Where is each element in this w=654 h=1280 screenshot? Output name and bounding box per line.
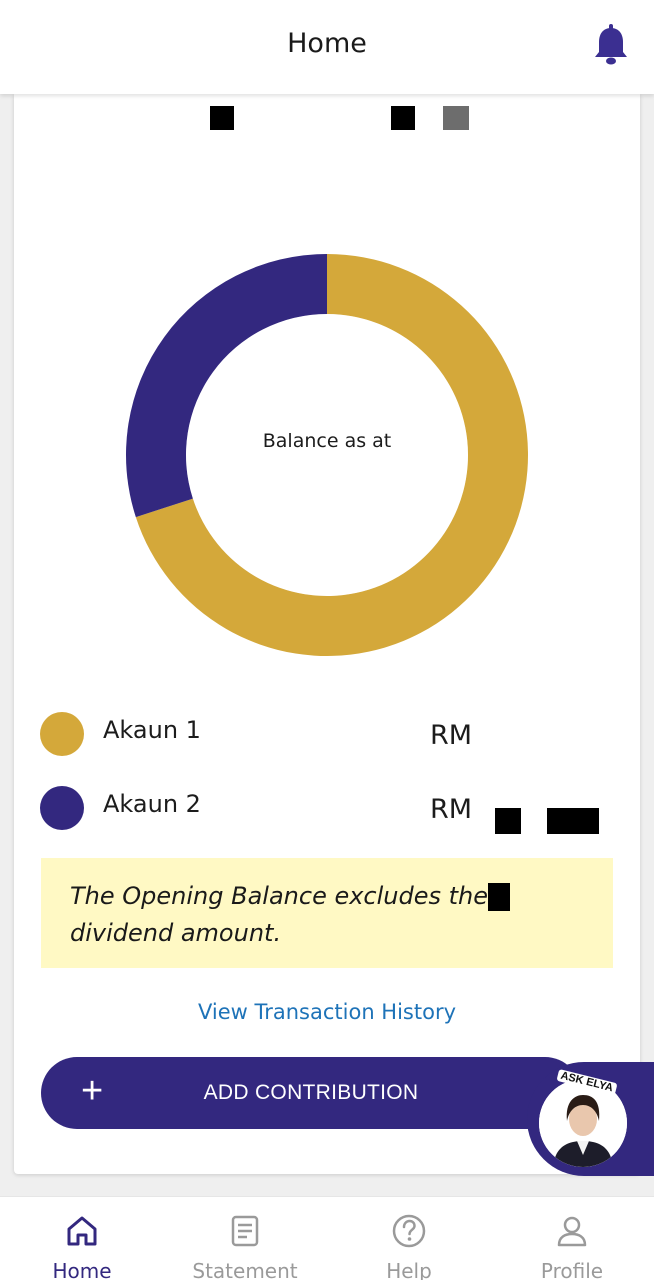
nav-label: Home <box>52 1259 112 1280</box>
redacted-text <box>488 883 511 911</box>
nav-item-statement[interactable]: Statement <box>185 1197 305 1280</box>
nav-label: Statement <box>192 1259 298 1280</box>
redacted-text <box>443 106 469 130</box>
notice-line-2: dividend amount. <box>70 919 282 947</box>
account-row-akaun-2: Akaun 2 RM <box>40 782 630 830</box>
legend-dot <box>40 786 84 830</box>
view-transaction-history-link[interactable]: View Transaction History <box>14 1000 640 1024</box>
nav-item-profile[interactable]: Profile <box>512 1197 632 1280</box>
legend-dot <box>40 712 84 756</box>
page-title: Home <box>287 28 367 59</box>
user-icon <box>557 1216 587 1247</box>
opening-balance-notice: The Opening Balance excludes the dividen… <box>41 858 613 968</box>
donut-hole <box>199 327 455 583</box>
top-bar: Home <box>0 0 654 94</box>
redacted-text <box>210 106 234 130</box>
chart-center-label: Balance as at <box>262 430 392 452</box>
nav-label: Profile <box>540 1259 604 1280</box>
notice-line-1: The Opening Balance excludes the <box>70 878 585 915</box>
account-label: Akaun 1 <box>103 716 201 744</box>
balance-donut-chart <box>125 254 528 656</box>
nav-item-home[interactable]: Home <box>22 1197 142 1280</box>
account-currency: RM <box>430 720 473 751</box>
help-icon <box>392 1214 426 1248</box>
home-icon <box>67 1216 97 1246</box>
nav-item-help[interactable]: Help <box>349 1197 469 1280</box>
add-contribution-button[interactable]: + ADD CONTRIBUTION <box>41 1057 581 1129</box>
account-label: Akaun 2 <box>103 790 201 818</box>
redacted-text <box>391 106 415 130</box>
document-icon <box>231 1215 259 1247</box>
redacted-text <box>495 808 521 834</box>
add-contribution-label: ADD CONTRIBUTION <box>203 1081 419 1104</box>
bell-icon[interactable] <box>588 22 634 68</box>
balance-card: Balance as at Akaun 1 RM Akaun 2 RM The … <box>14 94 640 1174</box>
account-currency: RM <box>430 794 473 825</box>
bottom-navigation: Home Statement Help Profile <box>0 1196 654 1280</box>
account-row-akaun-1: Akaun 1 RM <box>40 708 630 756</box>
nav-label: Help <box>386 1259 432 1280</box>
redacted-text <box>547 808 599 834</box>
ask-elya-button[interactable]: ASK ELYA <box>527 1062 654 1176</box>
